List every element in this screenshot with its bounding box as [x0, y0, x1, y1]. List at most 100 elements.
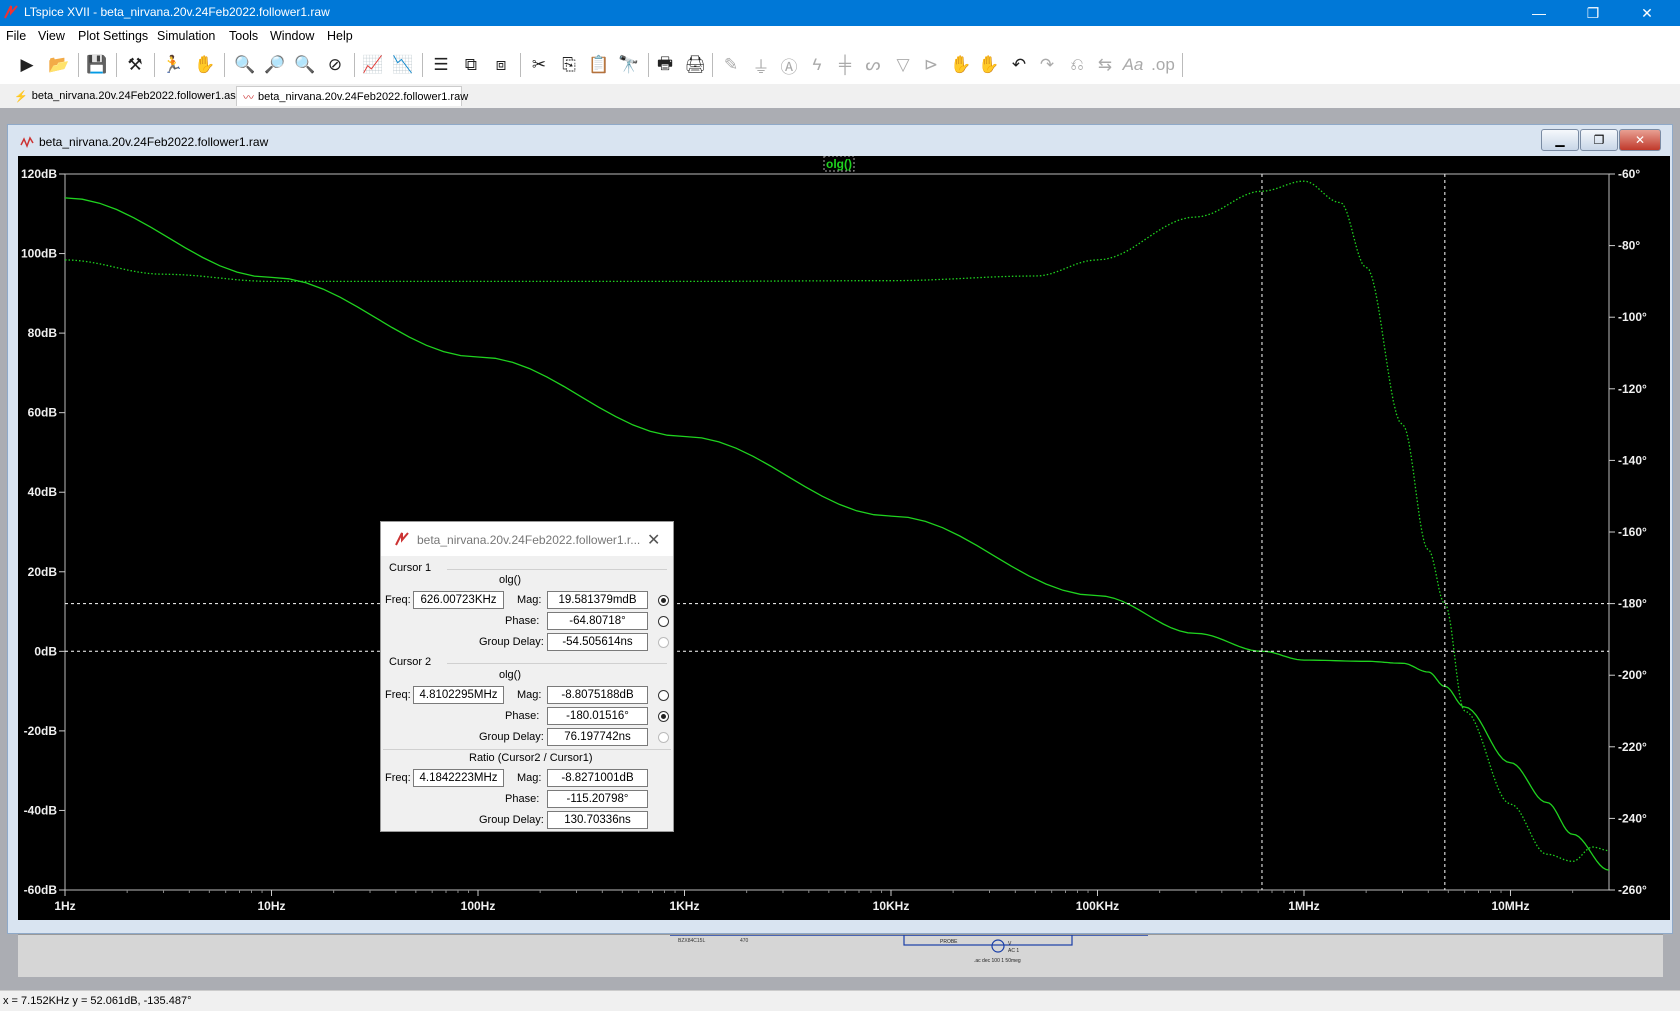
mirror-icon: ⇆ — [1097, 55, 1113, 74]
x-axis-tick-label: 10KHz — [873, 899, 910, 913]
tile-vertical-icon[interactable]: ⧈ — [488, 52, 514, 78]
menu-simulation[interactable]: Simulation — [157, 29, 215, 43]
tab-schematic[interactable]: ⚡ beta_nirvana.20v.24Feb2022.follower1.a… — [8, 86, 241, 106]
cursor2-mag-field: -8.8075188dB — [547, 686, 648, 704]
close-icon[interactable]: ✕ — [647, 530, 660, 550]
left-axis-tick-label: 20dB — [28, 565, 58, 579]
zoom-cancel-icon[interactable]: ⊘ — [322, 52, 348, 78]
print-icon[interactable]: 🖨 — [682, 52, 708, 78]
run-icon[interactable]: 🏃 — [160, 52, 186, 78]
title-bar: LTspice XVII - beta_nirvana.20v.24Feb202… — [0, 0, 1680, 26]
save-icon[interactable]: 💾 — [84, 52, 110, 78]
cursor2-gd-radio — [658, 732, 669, 743]
inductor-icon: ᔕ — [865, 55, 881, 74]
ac-label: AC 1 — [1008, 948, 1019, 954]
new-schematic-icon[interactable]: ▶ — [14, 52, 40, 78]
restore-icon[interactable]: ❐ — [1570, 0, 1616, 26]
find-icon[interactable]: 🔭 — [616, 52, 642, 78]
window-close-button[interactable]: ✕ — [1619, 129, 1661, 151]
resistor-icon: ϟ — [812, 55, 822, 74]
zoom-in-icon[interactable]: 🔍 — [232, 52, 258, 78]
ratio-phase-field: -115.20798° — [547, 790, 648, 808]
cursor2-mag-radio[interactable] — [658, 690, 669, 701]
menu-window[interactable]: Window — [270, 29, 314, 43]
svg-text:BZX84C15L: BZX84C15L — [678, 938, 705, 944]
right-axis-tick-label: -240° — [1618, 811, 1647, 825]
open-folder-icon[interactable]: 📂 — [46, 52, 72, 78]
ac-directive: .ac dec 100 1 50meg — [974, 958, 1021, 964]
right-axis-tick-label: -180° — [1618, 597, 1647, 611]
capacitor-icon: ╪ — [838, 55, 852, 74]
component-icon: ⊳ — [923, 55, 939, 74]
cursor1-freq-field[interactable]: 626.00723KHz — [413, 591, 504, 609]
x-axis-tick-label: 10MHz — [1491, 899, 1529, 913]
dialog-title: beta_nirvana.20v.24Feb2022.follower1.r..… — [417, 533, 641, 547]
menu-tools[interactable]: Tools — [229, 29, 258, 43]
cascade-icon[interactable]: ⧉ — [458, 52, 484, 78]
cut-icon[interactable]: ✂ — [526, 52, 552, 78]
left-axis-tick-label: -40dB — [24, 803, 58, 817]
cursor2-gd-field: 76.197742ns — [547, 728, 648, 746]
ratio-phase-label: Phase: — [505, 793, 540, 805]
tab-waveform[interactable]: 〰 beta_nirvana.20v.24Feb2022.follower1.r… — [236, 86, 468, 106]
ratio-freq-label: Freq: — [385, 772, 411, 784]
cursor2-freq-field[interactable]: 4.8102295MHz — [413, 686, 504, 704]
menu-plot-settings[interactable]: Plot Settings — [78, 29, 148, 43]
waveform-icon — [20, 136, 34, 149]
diode-icon: ▽ — [896, 55, 910, 74]
cursor1-trace: olg() — [499, 574, 522, 586]
left-axis-tick-label: 40dB — [28, 485, 58, 499]
x-axis-tick-label: 100Hz — [461, 899, 496, 913]
cursor1-mag-radio[interactable] — [658, 595, 669, 606]
copy-icon[interactable]: ⎘ — [556, 52, 582, 78]
cursor1-phase-label: Phase: — [505, 615, 540, 627]
cursor2-phase-radio[interactable] — [658, 711, 669, 722]
left-axis-tick-label: 80dB — [28, 326, 58, 340]
mark-icon[interactable]: 📉 — [390, 52, 416, 78]
zoom-out-icon[interactable]: 🔍 — [292, 52, 318, 78]
menu-file[interactable]: File — [6, 29, 26, 43]
cursor1-phase-radio[interactable] — [658, 616, 669, 627]
x-axis-tick-label: 1MHz — [1288, 899, 1319, 913]
print-setup-icon[interactable]: 🖶 — [652, 52, 678, 78]
dialog-titlebar[interactable]: beta_nirvana.20v.24Feb2022.follower1.r..… — [381, 522, 673, 556]
pan-icon[interactable]: 🔎 — [262, 52, 288, 78]
cursor2-gd-label: Group Delay: — [479, 731, 544, 743]
trace-label: olg() — [826, 157, 852, 171]
cursor2-phase-label: Phase: — [505, 710, 540, 722]
minimize-icon[interactable]: — — [1516, 0, 1562, 26]
undo-icon[interactable]: ↶ — [1006, 52, 1032, 78]
svg-text:470: 470 — [740, 938, 749, 944]
drag-icon: ✋ — [978, 55, 1000, 74]
autorange-icon[interactable]: 📈 — [360, 52, 386, 78]
window-title: LTspice XVII - beta_nirvana.20v.24Feb202… — [24, 5, 330, 19]
cursor1-mag-field: 19.581379mdB — [547, 591, 648, 609]
bode-plot[interactable]: 120dB 100dB 80dB 60dB 40dB 20dB 0dB -20dB -40dB -… — [18, 156, 1670, 920]
tile-horizontal-icon[interactable]: ☰ — [428, 52, 454, 78]
left-axis-tick-label: -20dB — [24, 724, 58, 738]
cursor2-mag-label: Mag: — [517, 689, 542, 701]
ratio-freq-field: 4.1842223MHz — [413, 769, 504, 787]
window-minimize-button[interactable]: ▁ — [1541, 129, 1579, 151]
ratio-header: Ratio (Cursor2 / Cursor1) — [469, 752, 593, 764]
menu-help[interactable]: Help — [327, 29, 353, 43]
schematic-preview-strip[interactable]: BZX84C15L 470 PROBE V AC 1 .ac dec 100 1… — [18, 934, 1663, 977]
close-icon[interactable]: ✕ — [1624, 0, 1670, 26]
menu-view[interactable]: View — [38, 29, 65, 43]
window-restore-button[interactable]: ❐ — [1580, 129, 1618, 151]
ratio-mag-label: Mag: — [517, 772, 542, 784]
x-axis-tick-label: 1KHz — [669, 899, 699, 913]
cursor1-phase-field: -64.80718° — [547, 612, 648, 630]
probe-label: PROBE — [940, 939, 958, 945]
left-axis-tick-label: 0dB — [34, 644, 57, 658]
cursor2-phase-field: -180.01516° — [547, 707, 648, 725]
halt-icon[interactable]: ✋ — [192, 52, 218, 78]
plot-pane[interactable]: 120dB 100dB 80dB 60dB 40dB 20dB 0dB -20dB -40dB -… — [18, 156, 1670, 920]
ratio-mag-field: -8.8271001dB — [547, 769, 648, 787]
control-panel-icon[interactable]: ⚒ — [122, 52, 148, 78]
paste-icon[interactable]: 📋 — [586, 52, 612, 78]
cursor-position-readout: x = 7.152KHz y = 52.061dB, -135.487° — [3, 995, 192, 1007]
right-axis-tick-label: -80° — [1618, 239, 1640, 253]
left-axis-tick-label: 120dB — [21, 167, 57, 181]
left-axis-tick-label: 60dB — [28, 406, 58, 420]
